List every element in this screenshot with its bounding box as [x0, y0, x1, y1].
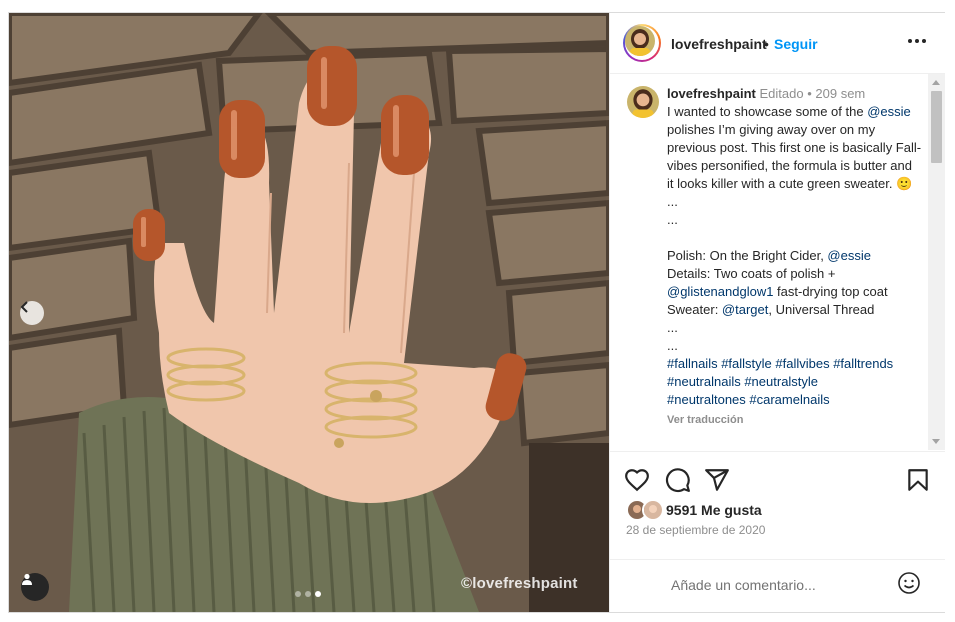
more-horizontal-icon[interactable] — [907, 33, 927, 49]
mention-link[interactable]: @essie — [867, 104, 911, 119]
scroll-up-arrow-icon[interactable] — [932, 80, 940, 85]
comment-input[interactable] — [671, 575, 891, 595]
bookmark-icon[interactable] — [905, 467, 931, 493]
sweater-rest: , Universal Thread — [768, 302, 875, 317]
tagged-users-button[interactable] — [21, 573, 49, 601]
mention-link[interactable]: @target — [722, 302, 768, 317]
caption-body: polishes I’m giving away over on my prev… — [667, 122, 922, 191]
follow-button[interactable]: Seguir — [774, 36, 818, 52]
details-label: Details: Two coats of polish + — [667, 266, 836, 281]
avatar-image — [627, 86, 659, 118]
polish-label: Polish: On the Bright Cider, — [667, 248, 828, 263]
liker-avatar — [642, 499, 664, 521]
send-icon[interactable] — [704, 467, 730, 493]
sweater-label: Sweater: — [667, 302, 722, 317]
hashtags[interactable]: #neutraltones #caramelnails — [667, 391, 922, 409]
chevron-left-icon — [20, 301, 28, 313]
comments-area[interactable]: lovefreshpaint Editado • 209 sem I wante… — [610, 74, 945, 452]
post-caption: lovefreshpaint Editado • 209 sem I wante… — [667, 85, 922, 429]
heart-icon[interactable] — [624, 467, 650, 493]
carousel-indicator — [295, 591, 321, 597]
caption-username[interactable]: lovefreshpaint — [667, 86, 756, 101]
carousel-dot — [305, 591, 311, 597]
mention-link[interactable]: @essie — [827, 248, 871, 263]
emoji-icon[interactable] — [897, 571, 921, 595]
mention-link[interactable]: @glistenandglow1 — [667, 284, 773, 299]
avatar-image — [625, 26, 655, 56]
comments-scrollbar[interactable] — [928, 74, 945, 450]
user-tag-icon — [22, 573, 32, 585]
scroll-thumb[interactable] — [931, 91, 942, 163]
caption-ellipsis: ... — [667, 320, 678, 335]
photo-watermark: ©lovefreshpaint — [461, 575, 578, 592]
hashtags[interactable]: #fallnails #fallstyle #fallvibes #falltr… — [667, 355, 922, 373]
caption-intro: I wanted to showcase some of the — [667, 104, 864, 119]
post-actions — [610, 453, 945, 503]
author-avatar[interactable] — [623, 24, 661, 62]
caption-edited: Editado — [759, 86, 804, 101]
caption-ellipsis: ... — [667, 212, 678, 227]
add-comment-bar — [610, 559, 945, 612]
post-header: lovefreshpaint • Seguir — [610, 13, 945, 74]
details-rest: fast-drying top coat — [773, 284, 888, 299]
caption-author-avatar[interactable] — [627, 86, 659, 118]
caption-age[interactable]: 209 sem — [815, 86, 865, 101]
carousel-dot-active — [315, 591, 321, 597]
post-photo: ©lovefreshpaint — [9, 13, 609, 612]
scroll-down-arrow-icon[interactable] — [932, 439, 940, 444]
carousel-dot — [295, 591, 301, 597]
post-side-panel: lovefreshpaint • Seguir lovefreshpaint E… — [609, 13, 945, 612]
hashtags[interactable]: #neutralnails #neutralstyle — [667, 373, 922, 391]
header-separator: • — [764, 36, 769, 52]
caption-ellipsis: ... — [667, 338, 678, 353]
hand-nail-photo — [9, 13, 609, 612]
caption-ellipsis: ... — [667, 194, 678, 209]
author-username[interactable]: lovefreshpaint — [671, 36, 767, 52]
caption-separator: • — [807, 86, 812, 101]
likes-count[interactable]: 9591 Me gusta — [666, 502, 762, 518]
post-date[interactable]: 28 de septiembre de 2020 — [626, 523, 765, 537]
translate-link[interactable]: Ver traducción — [667, 411, 922, 429]
carousel-prev-button[interactable] — [20, 301, 44, 325]
comment-icon[interactable] — [665, 467, 691, 493]
likes-summary[interactable]: 9591 Me gusta — [626, 499, 762, 521]
post-dialog: ©lovefreshpaint lovefreshpaint • Seguir — [8, 12, 945, 613]
